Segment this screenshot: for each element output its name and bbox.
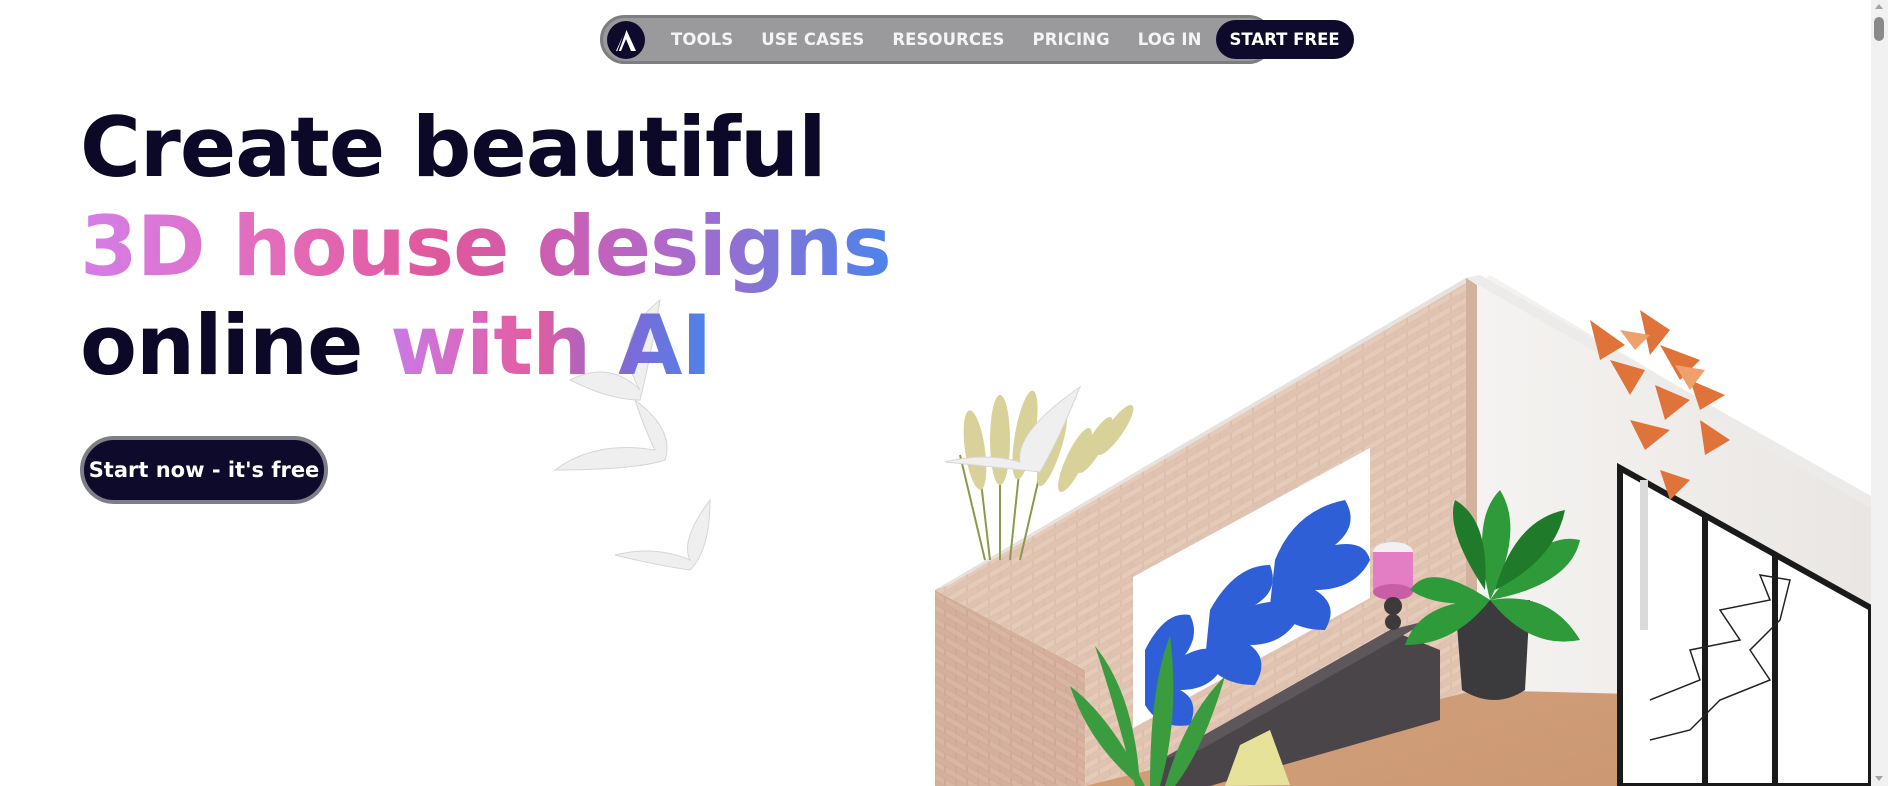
scroll-down-arrow-icon[interactable]: [1875, 776, 1883, 781]
hero-heading: Create beautiful 3D house designs online…: [80, 98, 892, 395]
hero-line-3-plain: online: [80, 297, 391, 394]
vertical-scrollbar[interactable]: [1871, 0, 1888, 786]
hero-line-3-gradient: with AI: [390, 297, 712, 394]
start-now-button[interactable]: Start now - it's free: [80, 436, 328, 504]
hero-line-3: online with AI: [80, 296, 891, 395]
hero-line-1: Create beautiful: [80, 99, 827, 196]
scroll-up-arrow-icon[interactable]: [1875, 4, 1883, 9]
page: TOOLS USE CASES RESOURCES PRICING LOG IN…: [0, 0, 1888, 786]
scrollbar-thumb[interactable]: [1874, 17, 1884, 41]
hero-line-2: 3D house designs: [80, 198, 892, 295]
